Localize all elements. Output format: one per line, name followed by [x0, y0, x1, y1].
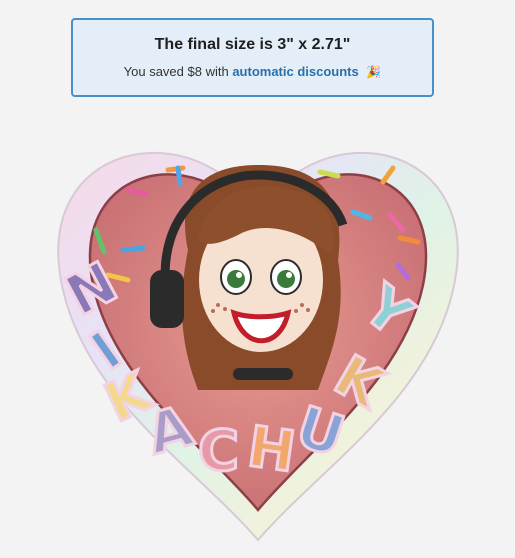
size-info-banner: The final size is 3" x 2.71" You saved $…: [71, 18, 434, 97]
sticker-preview: N I K A C H U K Y: [54, 151, 459, 542]
choker: [233, 368, 293, 380]
letter-5: C: [198, 419, 239, 484]
final-size-title: The final size is 3" x 2.71": [154, 36, 351, 53]
party-popper-icon: 🎉: [366, 65, 382, 79]
savings-text: You saved $8 with: [123, 64, 229, 79]
savings-line: You saved $8 with automatic discounts 🎉: [73, 64, 432, 79]
automatic-discounts-link[interactable]: automatic discounts: [232, 64, 358, 79]
headphones-earcup: [150, 270, 184, 328]
